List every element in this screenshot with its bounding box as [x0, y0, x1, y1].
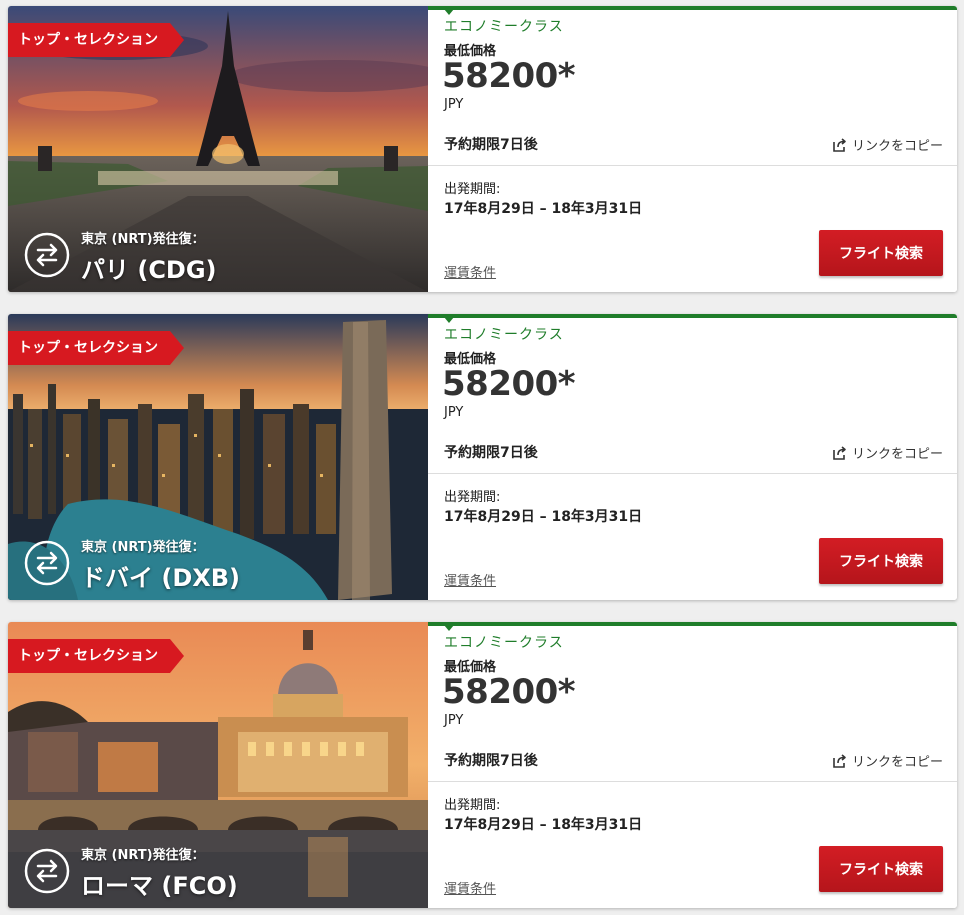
destination-city: ドバイ (DXB)	[81, 564, 241, 592]
copy-link-label: リンクをコピー	[851, 447, 943, 462]
copy-link-label: リンクをコピー	[851, 139, 943, 154]
price-value: 58200*	[442, 672, 576, 712]
round-trip-icon	[24, 848, 70, 894]
share-icon	[833, 445, 846, 460]
departure-period: 17年8月29日 – 18年3月31日	[444, 817, 643, 833]
share-icon	[833, 753, 846, 768]
destination-city: パリ (CDG)	[81, 256, 217, 284]
cabin-class: エコノミークラス	[444, 19, 564, 35]
copy-link-button[interactable]: リンクをコピー	[832, 135, 943, 154]
cabin-notch	[444, 9, 454, 15]
round-trip-icon	[24, 232, 70, 278]
share-icon	[833, 137, 846, 152]
top-selection-badge: トップ・セレクション	[8, 23, 184, 57]
cabin-notch	[444, 317, 454, 323]
copy-link-button[interactable]: リンクをコピー	[832, 443, 943, 462]
flight-search-button[interactable]: フライト検索	[819, 538, 943, 584]
departure-period-label: 出発期間:	[444, 490, 501, 505]
deal-info: エコノミークラス 最低価格 58200* JPY 予約期限7日後 リンクをコピー…	[428, 6, 957, 292]
deal-card: トップ・セレクション 東京 (NRT)発往復： パリ (CDG) エコノミークラ…	[8, 6, 957, 292]
route-origin-label: 東京 (NRT)発往復：	[81, 540, 205, 555]
departure-period-label: 出発期間:	[444, 798, 501, 813]
divider	[428, 165, 957, 166]
fare-terms-link[interactable]: 運賃条件	[444, 878, 496, 897]
top-selection-badge: トップ・セレクション	[8, 331, 184, 365]
booking-deadline: 予約期限7日後	[444, 445, 538, 461]
destination-photo-dubai[interactable]: トップ・セレクション 東京 (NRT)発往復： ドバイ (DXB)	[8, 314, 428, 600]
price-value: 58200*	[442, 56, 576, 96]
cabin-class: エコノミークラス	[444, 327, 564, 343]
fare-terms-link[interactable]: 運賃条件	[444, 570, 496, 589]
departure-period: 17年8月29日 – 18年3月31日	[444, 509, 643, 525]
booking-deadline: 予約期限7日後	[444, 137, 538, 153]
round-trip-icon	[24, 540, 70, 586]
deal-card: トップ・セレクション 東京 (NRT)発往復： ドバイ (DXB) エコノミーク…	[8, 314, 957, 600]
top-selection-badge: トップ・セレクション	[8, 639, 184, 673]
booking-deadline: 予約期限7日後	[444, 753, 538, 769]
price-value: 58200*	[442, 364, 576, 404]
cabin-class: エコノミークラス	[444, 635, 564, 651]
cabin-accent-line	[428, 314, 957, 318]
cabin-accent-line	[428, 622, 957, 626]
destination-city: ローマ (FCO)	[81, 872, 238, 900]
divider	[428, 781, 957, 782]
destination-photo-rome[interactable]: トップ・セレクション 東京 (NRT)発往復： ローマ (FCO)	[8, 622, 428, 908]
flight-search-button[interactable]: フライト検索	[819, 846, 943, 892]
destination-photo-paris[interactable]: トップ・セレクション 東京 (NRT)発往復： パリ (CDG)	[8, 6, 428, 292]
deal-info: エコノミークラス 最低価格 58200* JPY 予約期限7日後 リンクをコピー…	[428, 314, 957, 600]
flight-search-button[interactable]: フライト検索	[819, 230, 943, 276]
departure-period-label: 出発期間:	[444, 182, 501, 197]
departure-period: 17年8月29日 – 18年3月31日	[444, 201, 643, 217]
deal-list: トップ・セレクション 東京 (NRT)発往復： パリ (CDG) エコノミークラ…	[0, 0, 964, 915]
deal-card: トップ・セレクション 東京 (NRT)発往復： ローマ (FCO) エコノミーク…	[8, 622, 957, 908]
price-currency: JPY	[444, 713, 464, 728]
price-currency: JPY	[444, 405, 464, 420]
cabin-accent-line	[428, 6, 957, 10]
route-origin-label: 東京 (NRT)発往復：	[81, 232, 205, 247]
fare-terms-link[interactable]: 運賃条件	[444, 262, 496, 281]
route-origin-label: 東京 (NRT)発往復：	[81, 848, 205, 863]
deal-info: エコノミークラス 最低価格 58200* JPY 予約期限7日後 リンクをコピー…	[428, 622, 957, 908]
copy-link-button[interactable]: リンクをコピー	[832, 751, 943, 770]
cabin-notch	[444, 625, 454, 631]
price-currency: JPY	[444, 97, 464, 112]
divider	[428, 473, 957, 474]
copy-link-label: リンクをコピー	[851, 755, 943, 770]
